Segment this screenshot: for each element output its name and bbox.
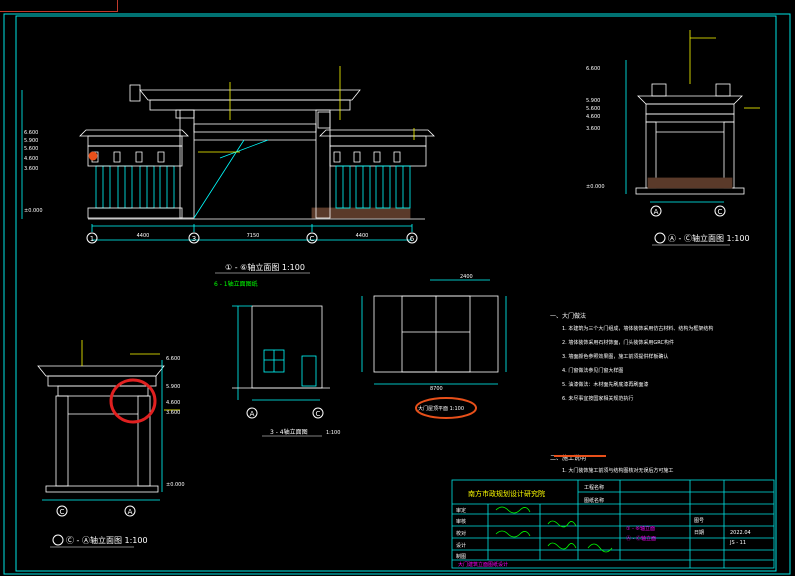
tb-row-label: 设计 bbox=[456, 542, 466, 549]
tb-row-label: 校对 bbox=[456, 530, 466, 537]
tb-drawing-names: ① - ⑥轴立面 Ⓐ - Ⓒ轴立面 bbox=[626, 525, 656, 542]
level-text: ±0.000 bbox=[586, 184, 605, 190]
level-text: ±0.000 bbox=[166, 482, 185, 488]
axis-label: C bbox=[316, 410, 321, 418]
level-text: 4.600 bbox=[586, 114, 600, 120]
axis-label: 3 bbox=[192, 235, 196, 243]
side-left-levels: 6.600 5.900 4.600 3.600 ±0.000 bbox=[166, 356, 185, 488]
level-text: 6.600 bbox=[166, 356, 180, 362]
left-wing-columns bbox=[95, 165, 175, 209]
section-3-4 bbox=[232, 305, 330, 401]
outer-frame bbox=[3, 13, 791, 575]
note-item: 1. 本建筑为三个大门组成，墙体装饰采用仿古材料、结构为框架结构 bbox=[562, 325, 713, 332]
orange-marker bbox=[88, 151, 98, 161]
tb-project-label: 工程名称 bbox=[584, 484, 604, 491]
section-scale: 1:100 bbox=[326, 430, 340, 436]
notes-block: 一、大门做法 1. 本建筑为三个大门组成，墙体装饰采用仿古材料、结构为框架结构 … bbox=[550, 312, 713, 474]
side-left-axes: C A bbox=[56, 505, 136, 517]
tb-bottom-caption: 大门建筑立面图纸设计 bbox=[458, 561, 508, 568]
note-item: 5. 油漆做法：木材面先刷底漆再刷面漆 bbox=[562, 381, 648, 388]
front-elevation bbox=[21, 66, 435, 241]
note-item: 2. 墙体装饰采用石材饰面，门头装饰采用GRC构件 bbox=[562, 339, 674, 346]
side-right-axes: A C bbox=[650, 205, 726, 217]
section-axes: A C bbox=[246, 407, 324, 419]
level-text: 6.600 bbox=[24, 130, 38, 136]
roof-plan bbox=[361, 279, 507, 385]
note-item: 4. 门窗做法参见门窗大样图 bbox=[562, 367, 623, 374]
tb-row-label: 审核 bbox=[456, 518, 466, 525]
level-text: 4.600 bbox=[24, 156, 38, 162]
plan-label: 大门屋顶平面 1:100 bbox=[418, 405, 464, 412]
axis-label: 6 bbox=[410, 235, 415, 243]
dim-text: 4400 bbox=[356, 233, 369, 239]
dim-text: 4400 bbox=[137, 233, 150, 239]
ground-hatch-right bbox=[647, 177, 733, 189]
side-elevation-left bbox=[37, 340, 180, 501]
tb-drawing-name: Ⓐ - Ⓒ轴立面 bbox=[626, 535, 656, 542]
tb-date: 2022.04 bbox=[730, 530, 751, 536]
level-text: 5.900 bbox=[586, 98, 600, 104]
front-levels: 6.600 5.900 5.600 4.600 3.600 ±0.000 bbox=[24, 130, 43, 214]
level-text: 3.600 bbox=[166, 410, 180, 416]
tb-drawing-label: 图纸名称 bbox=[584, 497, 604, 504]
notes-section-title: 一、大门做法 bbox=[550, 312, 586, 320]
front-dims: 4400 7150 4400 bbox=[137, 233, 369, 239]
side-right-levels: 6.600 5.900 5.600 4.600 3.600 ±0.000 bbox=[586, 66, 605, 190]
tb-date-label: 日期 bbox=[694, 530, 704, 536]
axis-label: C bbox=[60, 508, 65, 516]
axis-label: A bbox=[250, 410, 255, 418]
side-right-title: Ⓐ - Ⓒ轴立面图 1:100 bbox=[668, 233, 750, 243]
axis-label: C bbox=[310, 235, 315, 243]
title-bubble bbox=[52, 534, 64, 546]
front-elevation-title: ① - ⑥轴立面图 1:100 bbox=[225, 262, 305, 272]
axis-label: A bbox=[654, 208, 659, 216]
tb-drawing-name: ① - ⑥轴立面 bbox=[626, 525, 655, 532]
plan-dim-top: 2400 bbox=[460, 274, 473, 280]
dim-text: 7150 bbox=[247, 233, 260, 239]
level-text: 5.900 bbox=[166, 384, 180, 390]
plan-dim-bottom: 8700 bbox=[430, 386, 443, 392]
note-item: 6. 未尽事宜按国家相关规范执行 bbox=[562, 395, 633, 402]
tb-drawing-no: JS - 11 bbox=[729, 540, 746, 546]
cad-drawing-canvas[interactable]: 1 3 C 6 4400 7150 4400 6.600 5.900 5.600… bbox=[0, 0, 795, 576]
level-text: 4.600 bbox=[166, 400, 180, 406]
level-text: 3.600 bbox=[24, 166, 38, 172]
institute-name: 南方市政规划设计研究院 bbox=[468, 489, 545, 498]
window bbox=[263, 349, 317, 387]
axis-label: A bbox=[128, 508, 133, 516]
axis-label: 1 bbox=[90, 235, 94, 243]
title-bubble bbox=[654, 232, 666, 244]
tb-row-label: 制图 bbox=[456, 553, 466, 560]
right-wing-columns bbox=[335, 165, 411, 209]
section-title: 3 - 4轴立面图 bbox=[270, 428, 308, 436]
note-item: 1. 大门装饰施工前须与结构图核对无误后方可施工 bbox=[562, 467, 673, 474]
ground-hatch bbox=[311, 207, 411, 219]
note-item: 3. 墙面颜色参照效果图，施工前须提供样板确认 bbox=[562, 353, 668, 360]
side-elevation-right bbox=[625, 30, 760, 203]
tb-row-label: 审定 bbox=[456, 507, 466, 514]
level-text: 5.600 bbox=[24, 146, 38, 152]
level-text: 3.600 bbox=[586, 126, 600, 132]
level-text: ±0.000 bbox=[24, 208, 43, 214]
level-text: 5.600 bbox=[586, 106, 600, 112]
level-text: 6.600 bbox=[586, 66, 600, 72]
green-heading: 6 - 1轴立面图纸 bbox=[214, 280, 258, 288]
level-text: 5.900 bbox=[24, 138, 38, 144]
axis-label: C bbox=[718, 208, 723, 216]
tb-drawing-no-label: 图号 bbox=[694, 518, 704, 524]
side-left-title: Ⓒ - Ⓐ轴立面图 1:100 bbox=[66, 535, 148, 545]
